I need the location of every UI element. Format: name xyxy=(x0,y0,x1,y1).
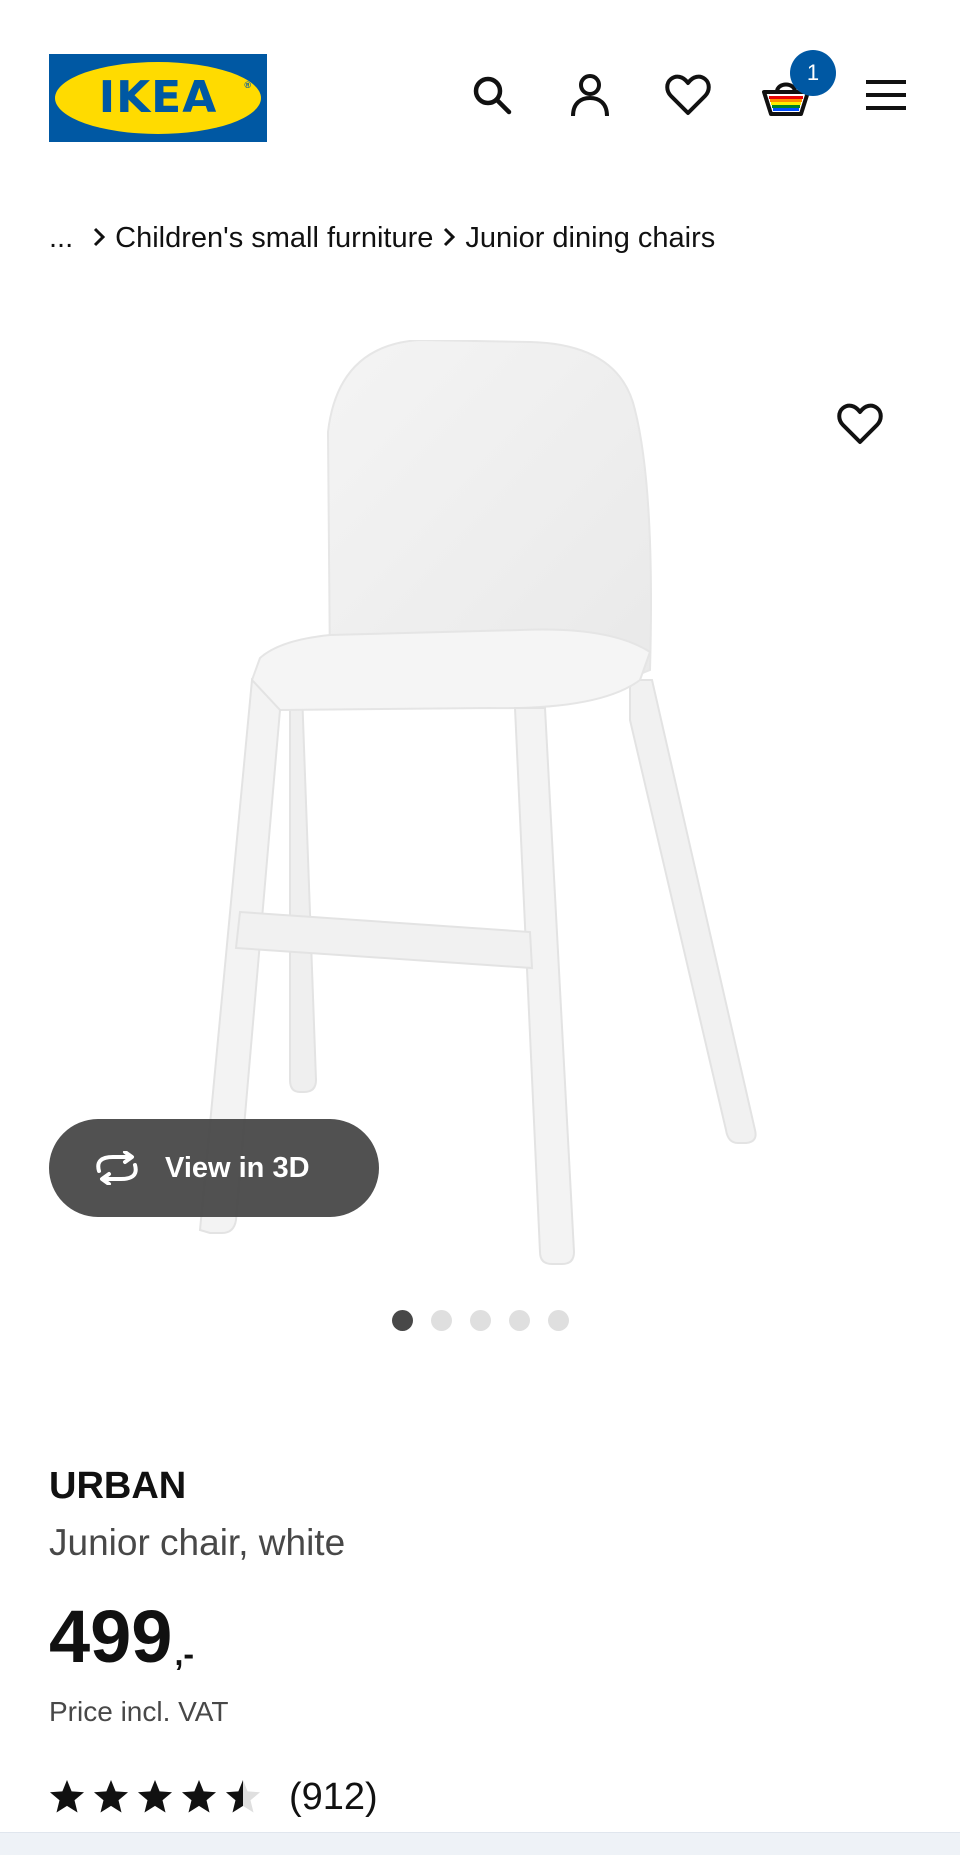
star-half-icon xyxy=(226,1780,260,1813)
breadcrumb: ... Children's small furniture Junior di… xyxy=(49,218,715,258)
review-count: (912) xyxy=(289,1775,378,1818)
account-button[interactable] xyxy=(565,70,615,120)
star-full-icon xyxy=(182,1780,216,1813)
search-button[interactable] xyxy=(467,70,517,120)
site-header: IKEA ® 1 xyxy=(0,0,960,190)
favourites-button[interactable] xyxy=(663,70,713,120)
chevron-right-icon xyxy=(93,222,106,255)
price-integer: 499 xyxy=(49,1595,173,1678)
carousel-dot[interactable] xyxy=(547,1310,569,1331)
carousel-dot[interactable] xyxy=(430,1310,452,1331)
star-full-icon xyxy=(138,1780,172,1813)
logo-wordmark: IKEA xyxy=(98,72,218,123)
product-rating[interactable]: (912) xyxy=(49,1774,909,1820)
heart-icon xyxy=(665,74,711,115)
product-summary: URBAN Junior chair, white 499 ,- Price i… xyxy=(49,1460,909,1820)
chevron-right-icon xyxy=(443,222,456,255)
view-in-3d-label: View in 3D xyxy=(165,1151,310,1184)
view-in-3d-button[interactable]: View in 3D xyxy=(49,1119,379,1217)
star-full-icon xyxy=(50,1780,84,1813)
ikea-logo[interactable]: IKEA ® xyxy=(49,54,267,142)
cart-count-badge: 1 xyxy=(790,50,836,96)
breadcrumb-item-junior-dining-chairs[interactable]: Junior dining chairs xyxy=(465,222,715,255)
rating-stars xyxy=(49,1779,261,1815)
product-price: 499 ,- xyxy=(49,1588,909,1674)
add-to-favourites-button[interactable] xyxy=(832,396,888,452)
carousel-dot[interactable] xyxy=(391,1310,413,1331)
menu-button[interactable] xyxy=(861,70,911,120)
search-icon xyxy=(473,76,512,115)
carousel-dot[interactable] xyxy=(469,1310,491,1331)
carousel-pagination xyxy=(0,1310,960,1332)
star-full-icon xyxy=(94,1780,128,1813)
breadcrumb-ellipsis[interactable]: ... xyxy=(49,222,73,255)
price-vat-note: Price incl. VAT xyxy=(49,1696,229,1727)
heart-icon xyxy=(837,403,883,444)
price-suffix: ,- xyxy=(174,1636,195,1672)
breadcrumb-item-childrens-small-furniture[interactable]: Children's small furniture xyxy=(115,222,433,255)
menu-icon xyxy=(866,80,906,110)
account-icon xyxy=(571,74,609,117)
product-description: Junior chair, white xyxy=(49,1522,346,1563)
carousel-dot[interactable] xyxy=(508,1310,530,1331)
bottom-bar-edge xyxy=(0,1832,960,1855)
logo-registered-mark: ® xyxy=(244,80,251,90)
rotate-3d-icon xyxy=(91,1151,143,1185)
product-name: URBAN xyxy=(49,1465,187,1507)
product-image-gallery[interactable]: View in 3D xyxy=(0,300,960,1300)
